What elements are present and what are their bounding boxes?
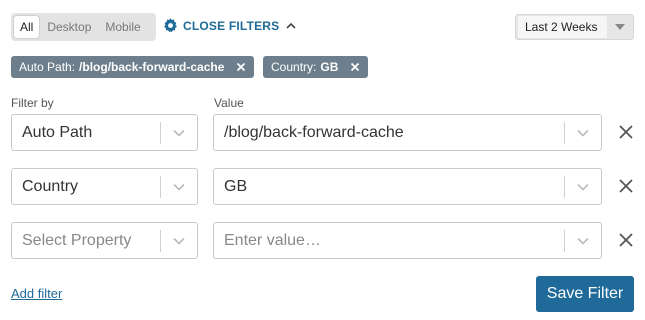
filter-chip-auto-path: Auto Path: /blog/back-forward-cache: [11, 56, 255, 78]
chip-value: /blog/back-forward-cache: [79, 60, 225, 74]
value-select-value: /blog/back-forward-cache: [224, 123, 404, 141]
add-filter-link[interactable]: Add filter: [11, 286, 62, 301]
value-label: Value: [214, 96, 244, 110]
close-filters-toggle[interactable]: CLOSE FILTERS: [163, 18, 297, 33]
filter-by-label: Filter by: [11, 96, 54, 110]
remove-row-icon[interactable]: [617, 231, 635, 249]
chevron-down-icon: [161, 129, 197, 137]
device-option-all[interactable]: All: [14, 16, 40, 38]
property-select-value: Auto Path: [22, 123, 93, 141]
value-select[interactable]: Enter value…: [213, 222, 602, 259]
chip-key: Auto Path:: [19, 60, 76, 74]
close-filters-label: CLOSE FILTERS: [183, 18, 280, 33]
device-filter-group: All Desktop Mobile: [11, 13, 156, 41]
save-filter-button[interactable]: Save Filter: [536, 276, 634, 312]
value-select-placeholder: Enter value…: [224, 231, 321, 249]
chevron-down-icon: [565, 183, 601, 191]
filter-chip-country: Country: GB: [263, 56, 369, 78]
value-select-value: GB: [224, 177, 248, 195]
close-icon[interactable]: [236, 62, 246, 72]
property-select[interactable]: Country: [11, 168, 198, 205]
gear-icon: [164, 18, 177, 33]
property-select-placeholder: Select Property: [22, 231, 132, 249]
value-select[interactable]: /blog/back-forward-cache: [213, 114, 602, 151]
close-icon[interactable]: [350, 62, 360, 72]
date-range-select[interactable]: Last 2 Weeks: [515, 14, 634, 40]
chevron-down-icon: [161, 183, 197, 191]
chevron-down-icon: [565, 129, 601, 137]
device-option-desktop[interactable]: Desktop: [41, 16, 97, 38]
chevron-down-icon: [565, 237, 601, 245]
remove-row-icon[interactable]: [617, 123, 635, 141]
remove-row-icon[interactable]: [617, 177, 635, 195]
property-select[interactable]: Auto Path: [11, 114, 198, 151]
chip-key: Country:: [271, 60, 317, 74]
chip-value: GB: [320, 60, 339, 74]
value-select[interactable]: GB: [213, 168, 602, 205]
caret-down-icon: [607, 23, 633, 31]
property-select-value: Country: [22, 177, 79, 195]
chevron-down-icon: [161, 237, 197, 245]
device-option-mobile[interactable]: Mobile: [99, 16, 146, 38]
property-select[interactable]: Select Property: [11, 222, 198, 259]
chevron-up-icon: [286, 22, 296, 29]
date-range-value: Last 2 Weeks: [518, 16, 607, 38]
